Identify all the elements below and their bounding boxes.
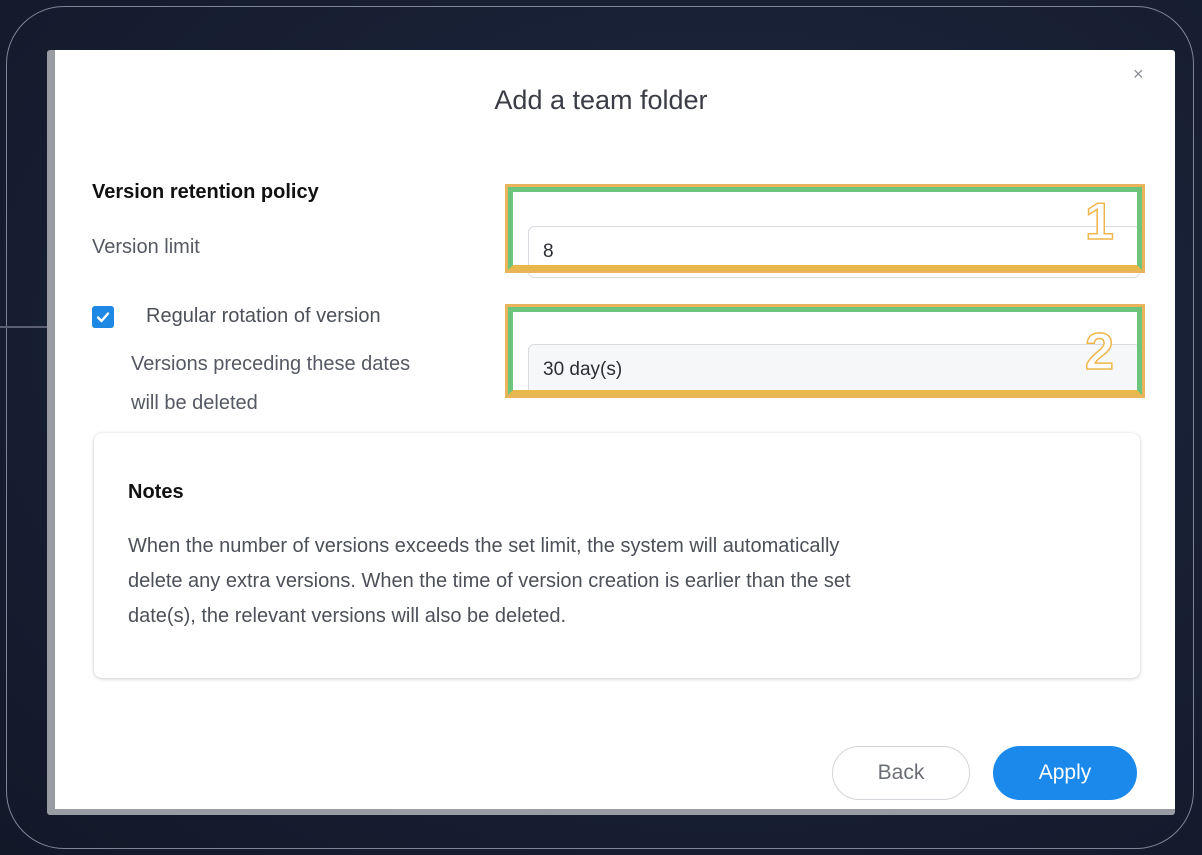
rotation-desc-line1: Versions preceding these dates <box>131 353 411 375</box>
close-icon[interactable]: × <box>1133 64 1144 85</box>
notes-line-2: delete any extra versions. When the time… <box>128 570 851 592</box>
highlight-marker-2: 2 <box>1084 323 1114 381</box>
version-limit-input[interactable] <box>528 226 1140 278</box>
version-limit-label: Version limit <box>92 236 200 258</box>
rotation-checkbox-label[interactable]: Regular rotation of version <box>146 305 381 328</box>
rotation-period-value: 30 day(s) <box>543 359 623 380</box>
checkmark-icon <box>96 312 110 323</box>
back-button[interactable]: Back <box>832 746 970 800</box>
rotation-desc-line2: will be deleted <box>131 392 258 414</box>
notes-line-1: When the number of versions exceeds the … <box>128 535 840 557</box>
rotation-checkbox[interactable] <box>92 306 114 328</box>
notes-title: Notes <box>128 481 184 503</box>
dialog-title: Add a team folder <box>494 85 708 115</box>
notes-body: When the number of versions exceeds the … <box>128 529 1048 634</box>
rotation-period-select[interactable]: 30 day(s) <box>528 344 1140 396</box>
notes-panel: Notes When the number of versions exceed… <box>94 433 1140 678</box>
highlight-marker-1: 1 <box>1084 193 1114 251</box>
notes-line-3: date(s), the relevant versions will also… <box>128 605 567 627</box>
apply-button[interactable]: Apply <box>993 746 1137 800</box>
retention-section-title: Version retention policy <box>92 181 319 203</box>
